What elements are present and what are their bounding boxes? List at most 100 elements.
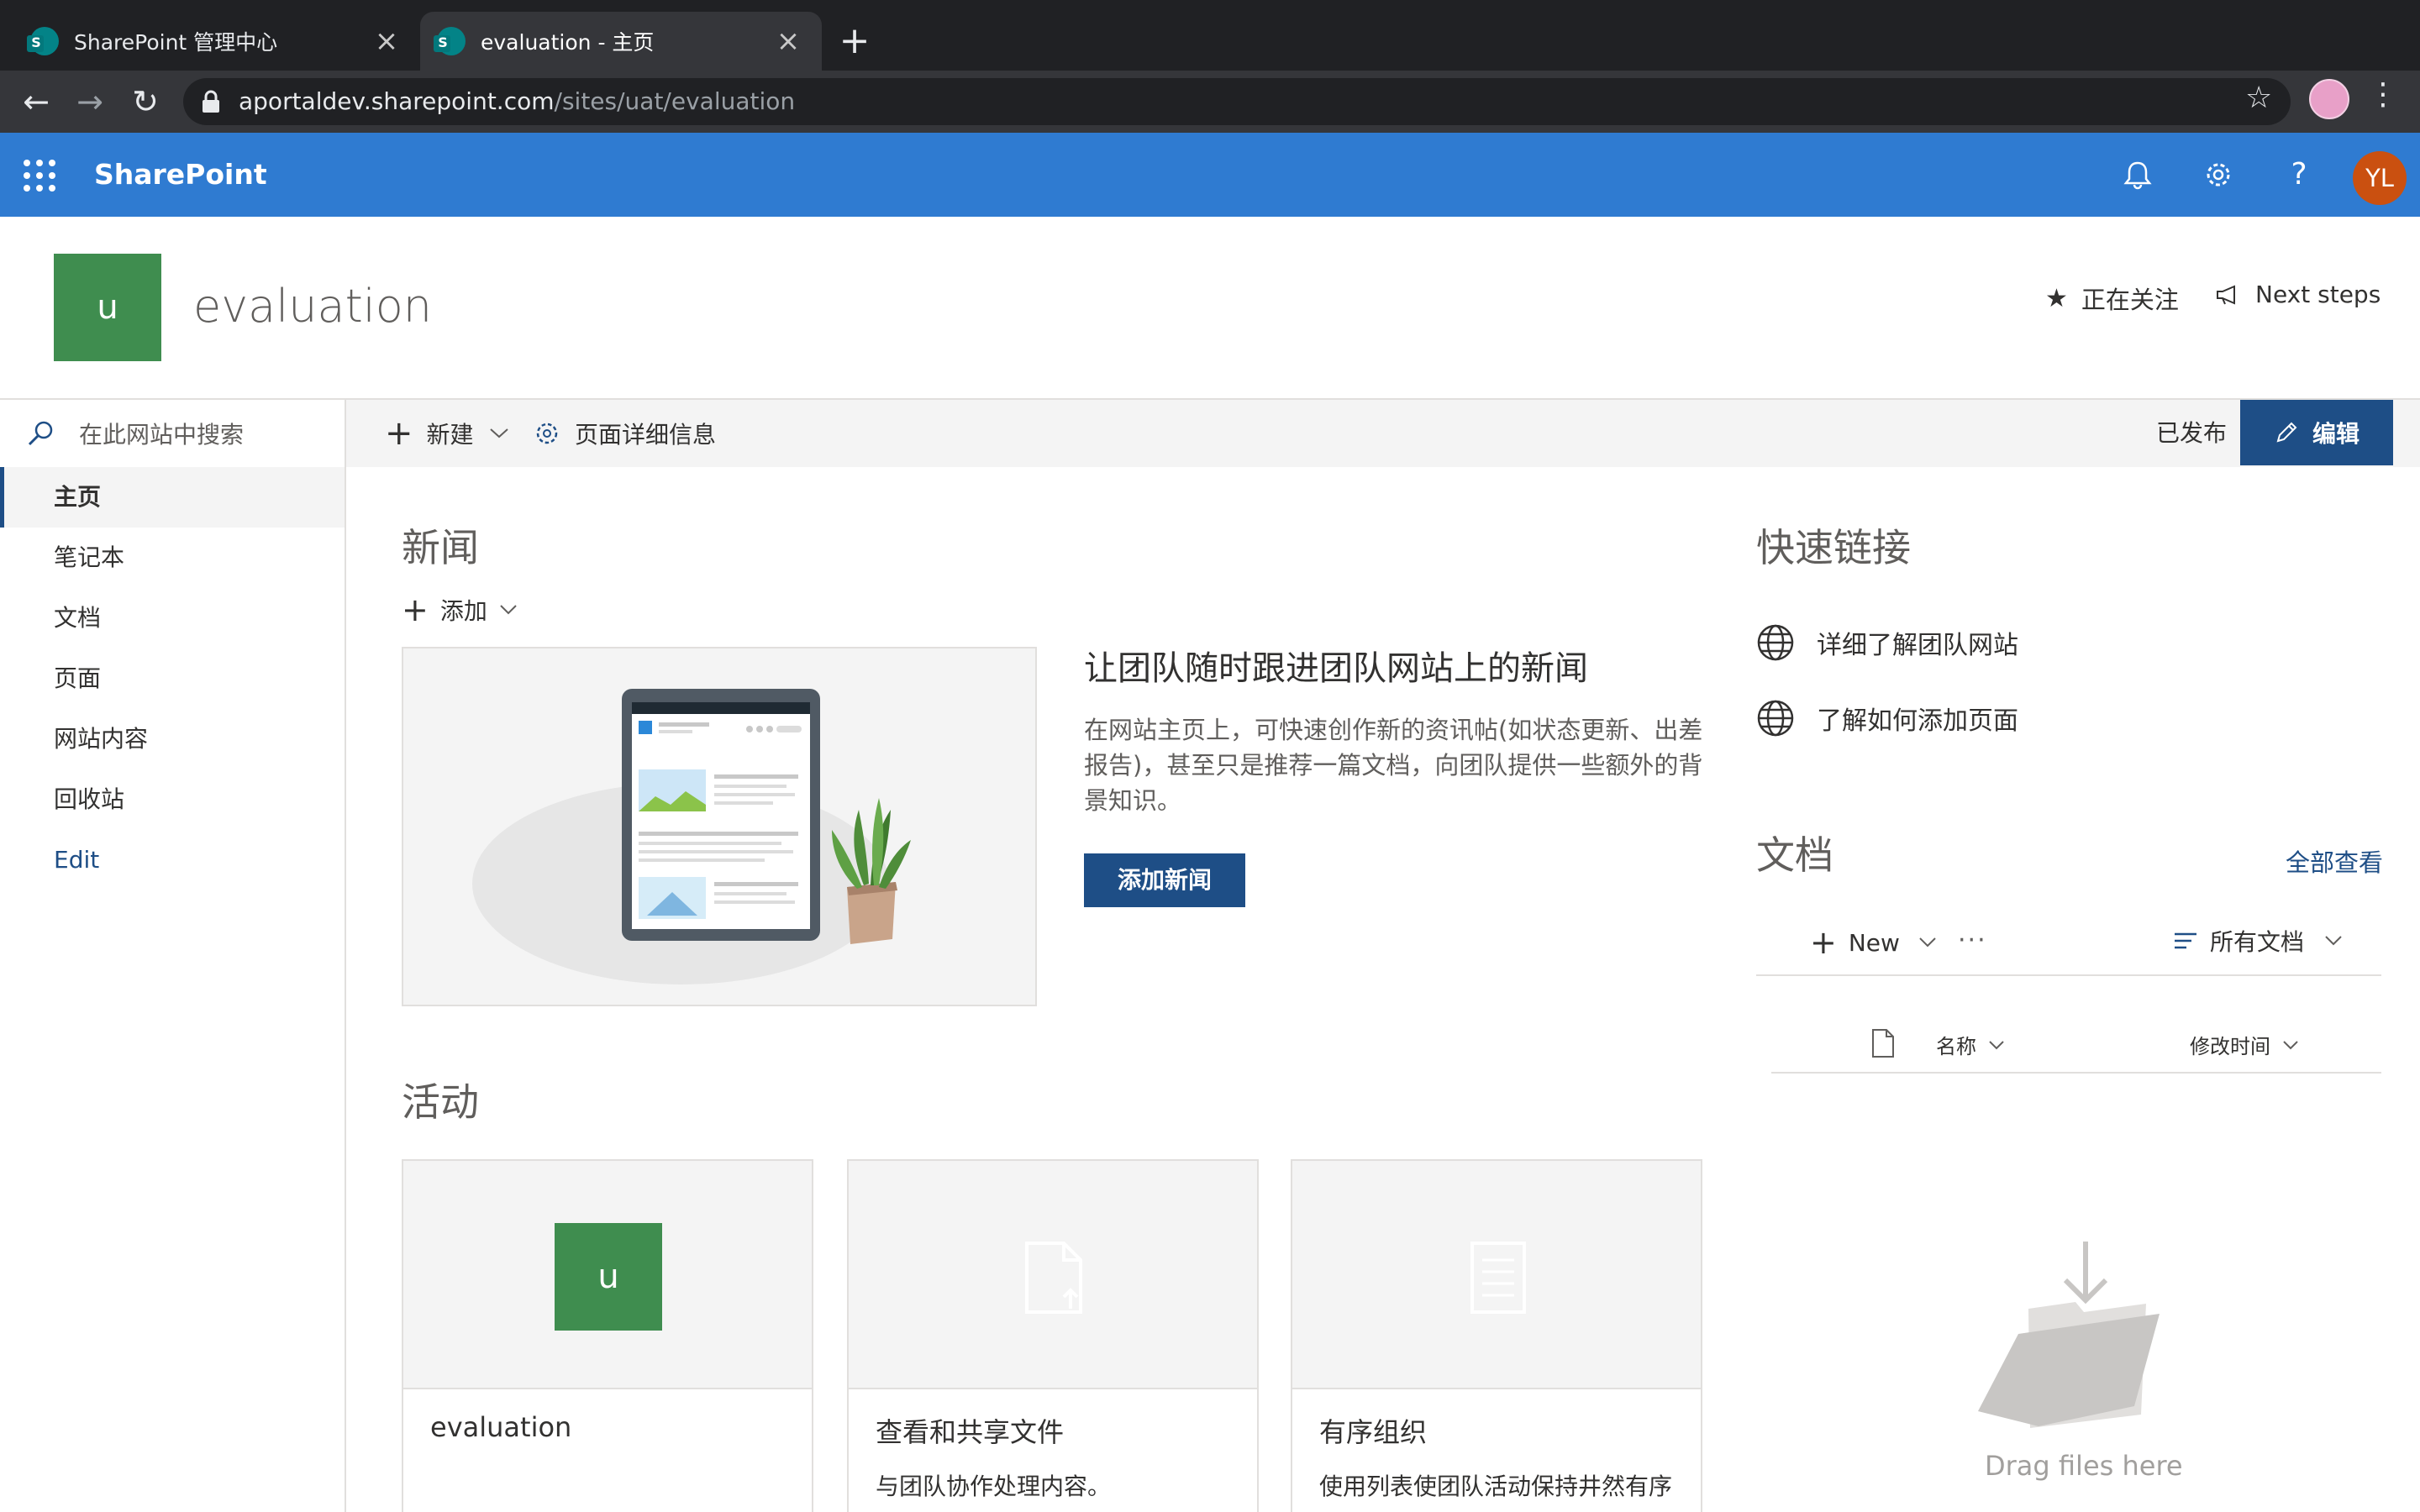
- bell-icon[interactable]: [2116, 153, 2160, 197]
- help-icon[interactable]: ?: [2277, 153, 2321, 197]
- page-details-button[interactable]: 页面详细信息: [533, 400, 716, 467]
- drag-drop-folder-icon: [1978, 1242, 2160, 1428]
- search-placeholder: 在此网站中搜索: [79, 421, 245, 449]
- browser-tab-evaluation[interactable]: S evaluation - 主页 ×: [420, 12, 822, 71]
- add-label: 添加: [439, 597, 487, 625]
- chevron-down-icon: [2283, 1040, 2298, 1049]
- activity-card-organize[interactable]: 有序组织 使用列表使团队活动保持井然有序: [1291, 1159, 1702, 1512]
- add-news-dropdown[interactable]: + 添加: [402, 591, 518, 628]
- new-label: 新建: [426, 421, 474, 449]
- news-section-title: 新闻: [402, 525, 479, 570]
- globe-icon: [1757, 624, 1794, 661]
- news-description: 在网站主页上，可快速创作新的资讯帖(如状态更新、出差报告)，甚至只是推荐一篇文档…: [1084, 716, 1703, 815]
- browser-tab-admin[interactable]: S SharePoint 管理中心 ×: [0, 12, 420, 71]
- documents-toolbar: + New ··· 所有文档: [1756, 916, 2381, 976]
- tab-title: SharePoint 管理中心: [74, 30, 278, 55]
- tablet-plant-illustration: [472, 689, 911, 984]
- filter-lines-icon: [2175, 932, 2196, 949]
- nav-item-home[interactable]: 主页: [0, 467, 345, 528]
- activity-card-share-files[interactable]: 查看和共享文件 与团队协作处理内容。: [847, 1159, 1259, 1512]
- card-thumbnail: [1292, 1161, 1701, 1389]
- command-bar: [0, 398, 2420, 467]
- chevron-down-icon: [1919, 937, 1936, 948]
- sharepoint-brand[interactable]: SharePoint: [94, 155, 267, 195]
- document-upload-icon: [1025, 1242, 1082, 1314]
- app-launcher-icon[interactable]: [24, 160, 55, 192]
- tab-title: evaluation - 主页: [481, 30, 655, 55]
- card-title: 有序组织: [1319, 1416, 1428, 1448]
- drag-files-hint: Drag files here: [1985, 1450, 2183, 1482]
- url-path: /sites/uat/evaluation: [554, 87, 796, 115]
- site-logo-thumb: u: [555, 1223, 662, 1331]
- pencil-icon: [2276, 422, 2297, 443]
- card-description: 使用列表使团队活动保持井然有序: [1319, 1473, 1673, 1500]
- documents-section-title: 文档: [1756, 832, 1833, 878]
- url-text[interactable]: aportaldev.sharepoint.com/sites/uat/eval…: [239, 84, 795, 119]
- site-search-box[interactable]: 在此网站中搜索: [0, 400, 346, 467]
- follow-button[interactable]: ★ 正在关注: [2045, 281, 2179, 316]
- reload-icon[interactable]: ↻: [121, 77, 170, 126]
- view-label: 所有文档: [2210, 928, 2305, 956]
- close-tab-icon[interactable]: ×: [370, 24, 403, 58]
- new-label: New: [1848, 928, 1900, 957]
- sharepoint-favicon-icon: S: [27, 27, 59, 55]
- column-name-label: 名称: [1936, 1035, 1976, 1058]
- column-name-header[interactable]: 名称: [1936, 1030, 2005, 1059]
- activity-card-site[interactable]: u evaluation: [402, 1159, 813, 1512]
- next-steps-label: Next steps: [2255, 281, 2381, 308]
- gear-icon: [536, 423, 558, 444]
- activity-section-title: 活动: [402, 1079, 479, 1125]
- add-news-button[interactable]: 添加新闻: [1084, 853, 1245, 907]
- news-illustration: [402, 647, 1037, 1006]
- left-navigation: 主页 笔记本 文档 页面 网站内容 回收站 Edit: [0, 467, 346, 1512]
- close-tab-icon[interactable]: ×: [771, 24, 805, 58]
- forward-icon[interactable]: →: [66, 77, 114, 126]
- quick-link-label: 了解如何添加页面: [1817, 706, 2018, 736]
- edit-page-button[interactable]: 编辑: [2240, 400, 2393, 465]
- card-thumbnail: u: [403, 1161, 812, 1389]
- browser-menu-icon[interactable]: ⋮: [2368, 77, 2398, 112]
- column-modified-header[interactable]: 修改时间: [2190, 1030, 2299, 1059]
- quick-links-title: 快速链接: [1756, 525, 1911, 570]
- site-title[interactable]: evaluation: [193, 276, 432, 338]
- publish-status: 已发布: [2156, 419, 2228, 447]
- quick-link-add-page[interactable]: 了解如何添加页面: [1756, 699, 2018, 738]
- new-tab-icon[interactable]: +: [832, 18, 877, 64]
- nav-edit-link[interactable]: Edit: [0, 830, 345, 890]
- quick-link-label: 详细了解团队网站: [1817, 631, 2018, 660]
- gear-icon[interactable]: [2196, 153, 2240, 197]
- page-details-label: 页面详细信息: [575, 421, 717, 449]
- search-icon: [28, 421, 53, 446]
- star-filled-icon: ★: [2045, 283, 2068, 313]
- suite-bar: [0, 133, 2420, 217]
- chevron-down-icon: [500, 605, 517, 615]
- back-icon[interactable]: ←: [12, 77, 60, 126]
- bookmark-star-icon[interactable]: ☆: [2245, 81, 2272, 115]
- file-type-icon: [1872, 1029, 1894, 1058]
- next-steps-button[interactable]: Next steps: [2215, 281, 2381, 308]
- url-host: aportaldev.sharepoint.com: [239, 87, 555, 115]
- plus-icon: +: [1810, 924, 1837, 961]
- nav-item-notebook[interactable]: 笔记本: [0, 528, 345, 588]
- card-thumbnail: [849, 1161, 1257, 1389]
- chevron-down-icon: [2325, 936, 2342, 946]
- chevron-down-icon: [1989, 1040, 2004, 1049]
- more-options-icon[interactable]: ···: [1958, 926, 1987, 955]
- nav-item-pages[interactable]: 页面: [0, 648, 345, 709]
- documents-new-button[interactable]: + New: [1810, 924, 1937, 961]
- view-selector[interactable]: 所有文档: [2173, 924, 2343, 958]
- chevron-down-icon: [489, 428, 508, 438]
- nav-item-documents[interactable]: 文档: [0, 588, 345, 648]
- follow-label: 正在关注: [2081, 286, 2179, 314]
- browser-profile-avatar[interactable]: [2309, 79, 2349, 119]
- quick-link-learn-team-site[interactable]: 详细了解团队网站: [1756, 623, 2018, 662]
- nav-item-site-contents[interactable]: 网站内容: [0, 709, 345, 769]
- site-logo[interactable]: u: [54, 254, 161, 361]
- new-button[interactable]: + 新建: [385, 400, 509, 467]
- globe-icon: [1757, 700, 1794, 737]
- news-heading: 让团队随时跟进团队网站上的新闻: [1084, 649, 1588, 688]
- view-all-link[interactable]: 全部查看: [2286, 843, 2383, 879]
- nav-item-recycle-bin[interactable]: 回收站: [0, 769, 345, 830]
- column-modified-label: 修改时间: [2190, 1035, 2270, 1058]
- user-avatar[interactable]: YL: [2353, 151, 2407, 205]
